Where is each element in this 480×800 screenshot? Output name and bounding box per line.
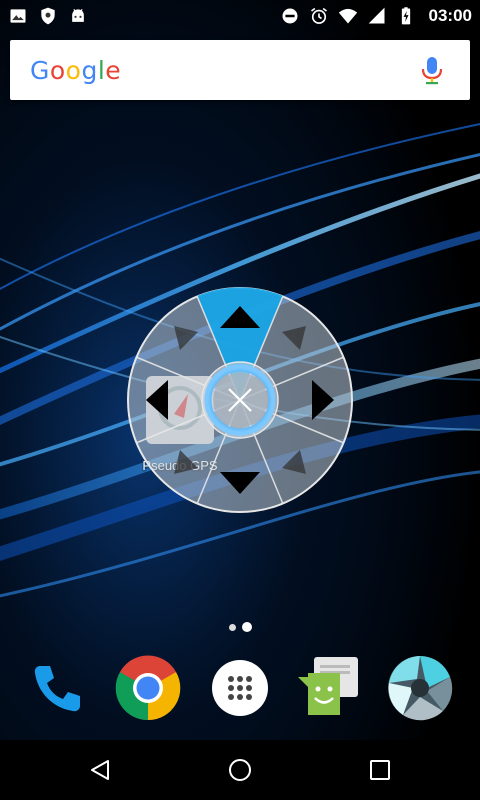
navigation-bar xyxy=(0,740,480,800)
phone-icon xyxy=(34,666,80,712)
google-search-bar[interactable]: Google xyxy=(10,40,470,100)
logo-letter: G xyxy=(30,55,50,85)
joystick-overlay[interactable] xyxy=(126,286,354,514)
dock xyxy=(0,650,480,728)
do-not-disturb-icon xyxy=(282,8,298,24)
signal-icon xyxy=(368,7,385,24)
dock-app-drawer[interactable] xyxy=(206,654,274,722)
logo-letter: o xyxy=(49,55,66,85)
logo-letter: o xyxy=(65,55,82,85)
chrome-icon xyxy=(115,655,181,721)
logo-letter: e xyxy=(105,55,122,85)
page-indicator xyxy=(0,620,480,634)
image-icon xyxy=(10,9,26,23)
messenger-icon xyxy=(298,657,358,715)
back-icon xyxy=(91,760,109,780)
status-time: 03:00 xyxy=(428,6,472,25)
battery-charging-icon xyxy=(401,7,410,25)
app-drawer-icon xyxy=(212,660,268,716)
shield-icon xyxy=(41,7,55,25)
dock-phone[interactable] xyxy=(24,654,92,722)
page-dot-active xyxy=(241,622,252,632)
mic-icon xyxy=(421,57,443,85)
dock-camera[interactable] xyxy=(386,654,454,722)
wifi-icon xyxy=(338,8,357,24)
status-bar: 03:00 xyxy=(0,0,480,32)
camera-icon xyxy=(388,656,453,721)
home-button[interactable] xyxy=(220,754,260,786)
page-dot xyxy=(228,623,236,631)
recents-icon xyxy=(370,760,390,780)
recents-button[interactable] xyxy=(360,754,400,786)
back-button[interactable] xyxy=(80,754,120,786)
home-icon xyxy=(229,759,251,781)
logo-letter: g xyxy=(81,55,98,85)
dock-chrome[interactable] xyxy=(114,654,182,722)
alarm-icon xyxy=(310,7,327,24)
voice-search-button[interactable] xyxy=(414,52,450,88)
google-logo: Google xyxy=(30,56,121,85)
dock-messenger[interactable] xyxy=(296,654,364,722)
android-icon xyxy=(72,8,84,22)
